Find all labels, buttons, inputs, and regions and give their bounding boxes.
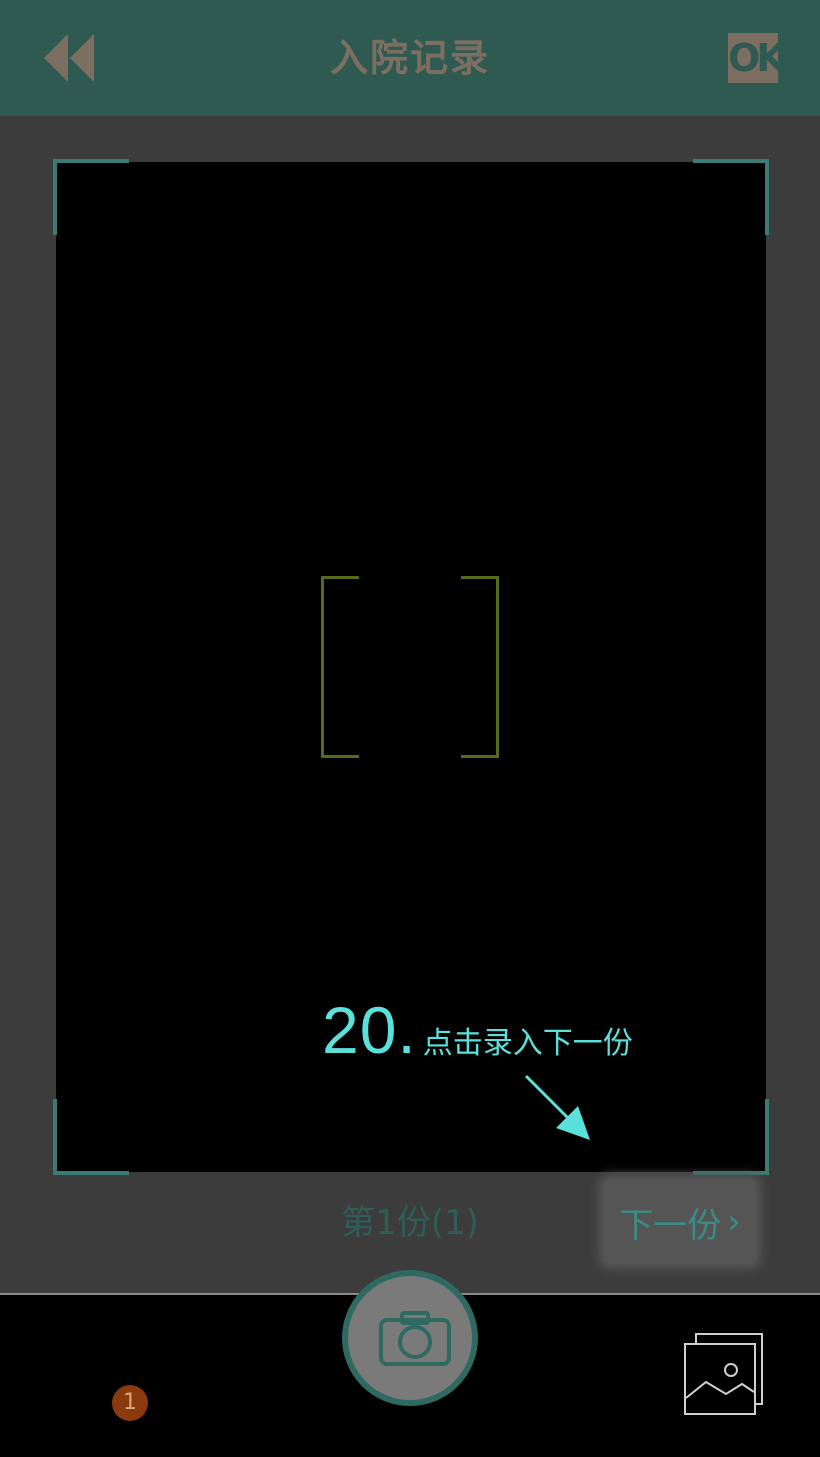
chevron-right-icon: › — [727, 1202, 741, 1242]
camera-capture-screen: 入院记录 OK 20. 点击录入下一份 第1份(1) 下一份 › 1 — [0, 0, 820, 1457]
gallery-button[interactable] — [682, 1332, 766, 1418]
frame-corner-top-left — [53, 159, 129, 235]
shutter-button[interactable] — [342, 1270, 478, 1406]
gallery-icon — [684, 1333, 763, 1415]
frame-corner-top-right — [693, 159, 769, 235]
photo-count-badge: 1 — [112, 1385, 148, 1421]
arrow-annotation-icon — [524, 1074, 590, 1140]
tutorial-annotation: 20. 点击录入下一份 — [322, 992, 633, 1068]
focus-bracket-right — [461, 576, 499, 758]
frame-corner-bottom-right — [693, 1099, 769, 1175]
header-bar: 入院记录 OK — [0, 0, 820, 116]
focus-bracket-left — [321, 576, 359, 758]
annotation-step-number: 20. — [322, 993, 417, 1067]
page-title: 入院记录 — [329, 36, 490, 80]
frame-corner-bottom-left — [53, 1099, 129, 1175]
annotation-text: 点击录入下一份 — [422, 1026, 633, 1061]
camera-icon — [379, 1311, 451, 1366]
next-copy-label: 下一份 — [619, 1205, 722, 1246]
next-copy-button[interactable]: 下一份 › — [604, 1180, 756, 1264]
ok-button[interactable]: OK — [728, 33, 786, 83]
